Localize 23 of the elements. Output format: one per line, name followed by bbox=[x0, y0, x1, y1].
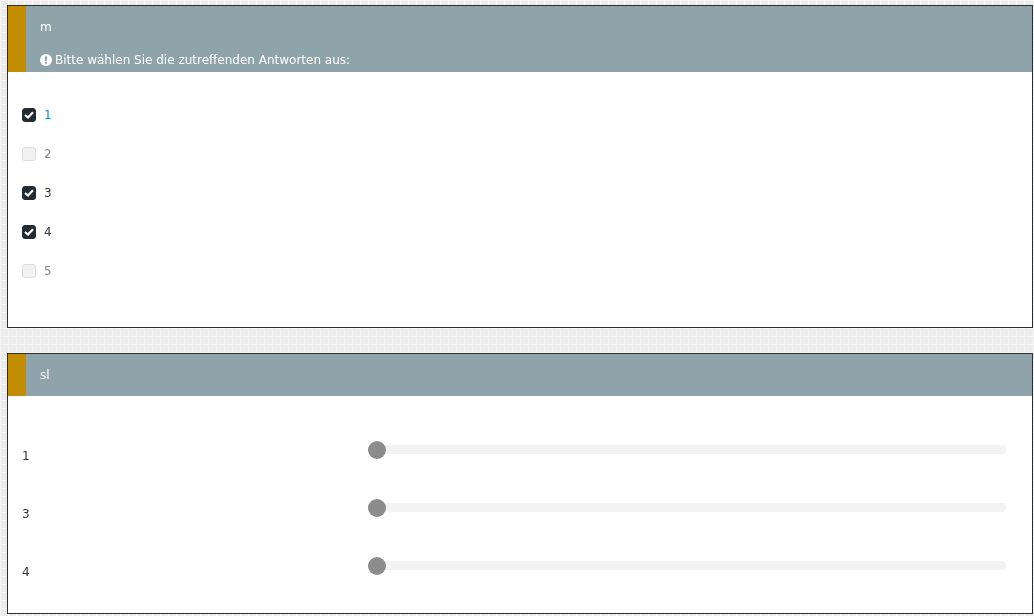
slider-label: 1 bbox=[22, 448, 31, 463]
checkbox[interactable] bbox=[22, 185, 36, 200]
slider-thumb[interactable] bbox=[368, 556, 386, 575]
slider[interactable] bbox=[368, 498, 1006, 517]
slider-thumb[interactable] bbox=[368, 498, 386, 517]
option-label[interactable]: 2 bbox=[44, 146, 52, 161]
slider[interactable] bbox=[368, 556, 1006, 575]
slider-thumb[interactable] bbox=[368, 440, 386, 459]
option-label[interactable]: 5 bbox=[44, 263, 52, 278]
slider[interactable] bbox=[368, 440, 1006, 459]
checkbox[interactable] bbox=[22, 107, 36, 122]
accent-bar bbox=[8, 6, 26, 72]
accent-bar bbox=[8, 354, 26, 396]
slider-label: 4 bbox=[22, 564, 31, 579]
panel-title: m bbox=[40, 19, 53, 36]
option-label[interactable]: 1 bbox=[44, 107, 52, 122]
instruction-text: Bitte wählen Sie die zutreffenden Antworten aus: bbox=[55, 53, 351, 67]
panel-title: sl bbox=[40, 367, 50, 384]
exclamation-icon bbox=[40, 54, 52, 66]
slider-label: 3 bbox=[22, 506, 31, 521]
option-label[interactable]: 3 bbox=[44, 185, 52, 200]
checkbox[interactable] bbox=[22, 224, 36, 239]
option-label[interactable]: 4 bbox=[44, 224, 52, 239]
